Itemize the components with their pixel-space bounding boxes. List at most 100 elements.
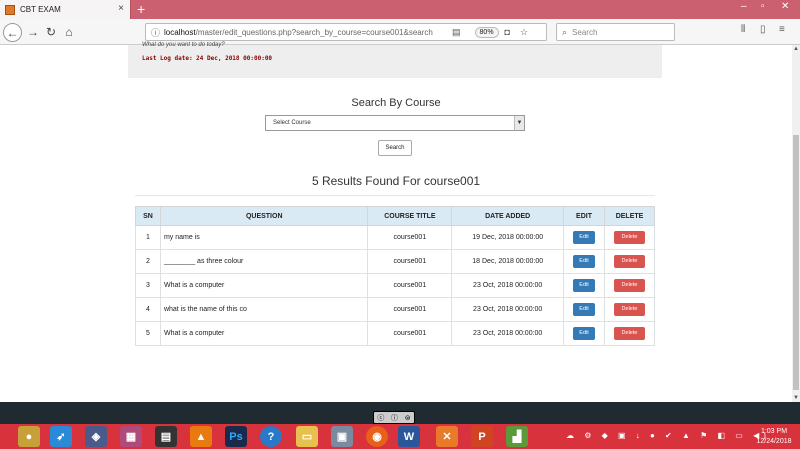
delete-cell: Delete xyxy=(604,249,655,274)
row-sn: 2 xyxy=(135,249,161,274)
taskbar-film-icon[interactable]: ▤ xyxy=(155,426,177,447)
scrollbar-thumb[interactable] xyxy=(793,135,799,390)
edit-cell: Edit xyxy=(563,273,605,298)
delete-cell: Delete xyxy=(604,321,655,346)
url-host: localhost xyxy=(164,27,196,37)
edit-button[interactable]: Edit xyxy=(573,279,596,292)
taskbar-file-explorer-icon[interactable]: ▭ xyxy=(296,426,318,447)
delete-cell: Delete xyxy=(604,273,655,298)
clock-time: 1:03 PM xyxy=(760,428,788,435)
delete-button[interactable]: Delete xyxy=(614,231,645,244)
close-window-icon[interactable]: ✕ xyxy=(781,1,789,12)
row-sn: 3 xyxy=(135,273,161,298)
delete-button[interactable]: Delete xyxy=(614,279,645,292)
url-bar[interactable]: ⓘ localhost/master/edit_questions.php?se… xyxy=(145,23,547,41)
taskbar-firefox-icon[interactable]: ◉ xyxy=(366,426,388,447)
course-select[interactable]: Select Course ▼ xyxy=(265,115,525,131)
delete-button[interactable]: Delete xyxy=(614,327,645,340)
column-header-sn: SN xyxy=(135,206,161,226)
taskbar-computer-icon[interactable]: ▣ xyxy=(331,426,353,447)
table-row: 1 my name is course001 19 Dec, 2018 00:0… xyxy=(135,225,655,250)
column-header-course-title: COURSE TITLE xyxy=(367,206,453,226)
taskbar-clock[interactable]: 1:03 PM 12/24/2018 xyxy=(752,427,796,447)
reload-icon[interactable]: ↻ xyxy=(42,23,60,41)
row-date: 23 Oct, 2018 00:00:00 xyxy=(451,273,565,298)
new-tab-icon[interactable]: + xyxy=(137,1,145,17)
search-icon: ⌕ xyxy=(562,26,568,37)
windows-taskbar: ● ➶ ◈ ▦ ▤ ▲ Ps ? ▭ ▣ ◉ W ✕ P ▟ ☁ ⚙ ◆ ▣ ↓… xyxy=(0,424,800,449)
edit-cell: Edit xyxy=(563,297,605,322)
column-header-date-added: DATE ADDED xyxy=(451,206,565,226)
maximize-icon[interactable]: ▫ xyxy=(761,1,765,12)
last-log-date: Last Log date: 24 Dec, 2018 00:00:00 xyxy=(142,55,273,62)
pocket-icon[interactable]: ◘ xyxy=(505,27,514,37)
zoom-level[interactable]: 80% xyxy=(474,26,499,38)
page-footer: ⓒ ⓘ ⊜ xyxy=(0,402,800,424)
sidebar-icon[interactable]: ▯ xyxy=(760,24,772,35)
taskbar-photoshop-icon[interactable]: Ps xyxy=(225,426,247,447)
row-date: 23 Oct, 2018 00:00:00 xyxy=(451,297,565,322)
scroll-down-icon[interactable]: ▼ xyxy=(792,395,800,401)
taskbar-xampp-icon[interactable]: ✕ xyxy=(436,426,458,447)
row-question: What is a computer xyxy=(159,273,369,298)
forward-icon[interactable]: → xyxy=(24,23,42,41)
bookmark-star-icon[interactable]: ☆ xyxy=(520,27,532,38)
edit-cell: Edit xyxy=(563,225,605,250)
row-question: What is a computer xyxy=(159,321,369,346)
taskbar-puzzle-icon[interactable]: ▦ xyxy=(120,426,142,447)
edit-button[interactable]: Edit xyxy=(573,231,596,244)
close-tab-icon[interactable]: × xyxy=(118,3,124,14)
page-scrollbar[interactable]: ▲ ▼ xyxy=(792,45,800,402)
url-path: /master/edit_questions.php?search_by_cou… xyxy=(195,27,433,37)
column-header-question: QUESTION xyxy=(159,206,369,226)
table-row: 4 what is the name of this co course001 … xyxy=(135,297,655,322)
row-course: course001 xyxy=(367,297,453,322)
edit-button[interactable]: Edit xyxy=(573,327,596,340)
taskbar-word-icon[interactable]: W xyxy=(398,426,420,447)
column-header-delete: DELETE xyxy=(604,206,655,226)
search-by-course-heading: Search By Course xyxy=(351,97,441,109)
chevron-down-icon[interactable]: ▼ xyxy=(514,116,524,130)
tab-title: CBT EXAM xyxy=(20,5,61,14)
course-select-value: Select Course xyxy=(273,120,311,126)
browser-search-input[interactable]: ⌕ Search xyxy=(556,23,675,41)
edit-cell: Edit xyxy=(563,249,605,274)
url-text[interactable]: localhost/master/edit_questions.php?sear… xyxy=(164,28,446,37)
browser-tab[interactable]: CBT EXAM × xyxy=(0,0,131,19)
edit-button[interactable]: Edit xyxy=(573,303,596,316)
taskbar-vlc-icon[interactable]: ▲ xyxy=(190,426,212,447)
minimize-icon[interactable]: – xyxy=(741,1,747,12)
row-sn: 1 xyxy=(135,225,161,250)
delete-button[interactable]: Delete xyxy=(614,255,645,268)
scroll-up-icon[interactable]: ▲ xyxy=(792,46,800,52)
row-course: course001 xyxy=(367,321,453,346)
table-header-row: SN QUESTION COURSE TITLE DATE ADDED EDIT… xyxy=(135,206,655,226)
navigation-bar: ← → ↻ ⌂ ⓘ localhost/master/edit_question… xyxy=(0,19,800,45)
taskbar-powerpoint-icon[interactable]: P xyxy=(471,426,493,447)
home-icon[interactable]: ⌂ xyxy=(60,23,78,41)
row-question: my name is xyxy=(159,225,369,250)
row-date: 23 Oct, 2018 00:00:00 xyxy=(451,321,565,346)
taskbar-rocket-icon[interactable]: ➶ xyxy=(50,426,72,447)
info-icon[interactable]: ⓘ xyxy=(151,26,160,39)
taskbar-help-icon[interactable]: ? xyxy=(260,426,282,447)
menu-icon[interactable]: ≡ xyxy=(779,24,791,35)
search-button[interactable]: Search xyxy=(378,140,412,156)
divider xyxy=(135,195,655,196)
table-row: 2 ________ as three colour course001 18 … xyxy=(135,249,655,274)
page-content: What do you want to do today? Last Log d… xyxy=(0,42,792,402)
edit-button[interactable]: Edit xyxy=(573,255,596,268)
back-icon[interactable]: ← xyxy=(3,23,22,42)
taskbar-app-1-icon[interactable]: ● xyxy=(18,426,40,447)
edit-cell: Edit xyxy=(563,321,605,346)
delete-button[interactable]: Delete xyxy=(614,303,645,316)
row-sn: 5 xyxy=(135,321,161,346)
system-tray-icons[interactable]: ☁ ⚙ ◆ ▣ ↓ ● ✔ ▲ ⚑ ◧ ▭ ◀) xyxy=(566,431,770,440)
row-course: course001 xyxy=(367,273,453,298)
taskbar-chart-icon[interactable]: ▟ xyxy=(506,426,528,447)
reader-view-icon[interactable]: ▤ xyxy=(452,27,465,38)
library-icon[interactable]: ⫴ xyxy=(741,24,751,35)
delete-cell: Delete xyxy=(604,297,655,322)
welcome-subtitle: What do you want to do today? xyxy=(142,42,225,48)
taskbar-shield-icon[interactable]: ◈ xyxy=(85,426,107,447)
